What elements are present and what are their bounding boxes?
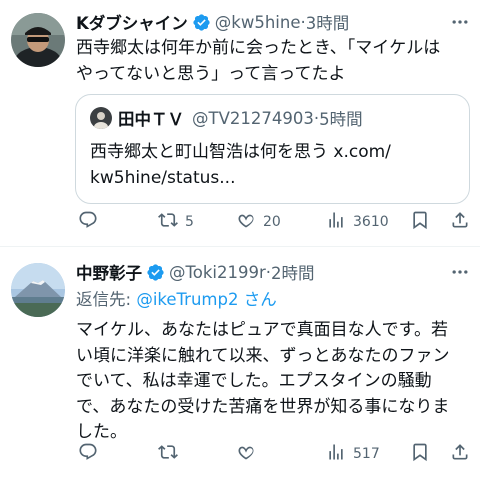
like-button[interactable] <box>236 440 263 468</box>
quote-header: 田中ＴＶ @TV21274903 · 5時間 <box>90 106 363 130</box>
avatar[interactable] <box>11 263 65 317</box>
bookmark-icon <box>410 442 430 466</box>
retweet-count: 5 <box>185 214 194 230</box>
reply-to-label: 返信先: <box>76 290 132 309</box>
display-name[interactable]: Kダブシャイン <box>76 10 188 34</box>
tweet-text-line: い頃に洋楽に触れて以来、ずっとあなたのファン <box>76 345 450 366</box>
views-icon <box>326 442 346 466</box>
quote-tweet[interactable]: 田中ＴＶ @TV21274903 · 5時間 西寺郷太と町山智浩は何を思う x.… <box>75 94 470 204</box>
handle[interactable]: @kw5hine <box>215 13 301 32</box>
views-button[interactable]: 3610 <box>326 208 389 236</box>
views-count: 517 <box>353 446 380 462</box>
retweet-icon <box>158 210 178 234</box>
reply-icon <box>78 210 98 234</box>
more-icon[interactable] <box>448 10 472 34</box>
handle[interactable]: @Toki2199r <box>169 263 266 282</box>
views-button[interactable]: 517 <box>326 440 380 468</box>
like-icon <box>236 442 256 466</box>
tweet-text: マイケル、あなたはピュアで真面目な人です。若 い頃に洋楽に触れて以来、ずっとあな… <box>76 318 472 446</box>
reply-context: 返信先: @ikeTrump2 さん <box>76 286 277 310</box>
reply-icon <box>78 442 98 466</box>
display-name[interactable]: 中野彰子 <box>76 260 142 284</box>
share-icon <box>450 442 470 466</box>
tweet[interactable]: 中野彰子 @Toki2199r · 2時間 返信先: @ikeTrump2 さん… <box>0 246 480 478</box>
bookmark-button[interactable] <box>410 440 430 468</box>
share-button[interactable] <box>450 208 470 236</box>
quote-display-name: 田中ＴＶ <box>118 110 184 129</box>
action-bar: 517 <box>70 440 475 468</box>
timestamp[interactable]: 2時間 <box>271 260 315 284</box>
tweet[interactable]: Kダブシャイン @kw5hine · 3時間 西寺郷太は何年か前に会ったとき、「… <box>0 0 480 246</box>
quote-text-line: 西寺郷太と町山智浩は何を思う x.com/ <box>90 142 391 162</box>
like-count: 20 <box>263 214 281 230</box>
verified-icon <box>192 13 211 32</box>
like-icon <box>236 210 256 234</box>
like-button[interactable]: 20 <box>236 208 281 236</box>
quote-timestamp: 5時間 <box>319 110 363 129</box>
retweet-button[interactable]: 5 <box>158 208 194 236</box>
retweet-icon <box>158 442 178 466</box>
reply-button[interactable] <box>78 208 105 236</box>
tweet-text-line: で、あなたの受けた苦痛を世界が知る事になりま <box>76 396 450 417</box>
quote-text-line: kw5hine/status... <box>90 168 236 188</box>
timestamp[interactable]: 3時間 <box>306 10 350 34</box>
bookmark-button[interactable] <box>410 208 430 236</box>
tweet-text-line: やってないと思う」って言ってたよ <box>76 64 346 84</box>
views-count: 3610 <box>353 214 389 230</box>
more-icon[interactable] <box>448 260 472 284</box>
reply-button[interactable] <box>78 440 105 468</box>
views-icon <box>326 210 346 234</box>
share-button[interactable] <box>450 440 470 468</box>
avatar[interactable] <box>11 13 65 67</box>
verified-icon <box>146 263 165 282</box>
tweet-header: Kダブシャイン @kw5hine · 3時間 <box>76 10 349 34</box>
tweet-text: 西寺郷太は何年か前に会ったとき、「マイケルは やってないと思う」って言ってたよ <box>76 35 472 87</box>
action-bar: 5 20 3610 <box>70 208 475 236</box>
share-icon <box>450 210 470 234</box>
quote-text: 西寺郷太と町山智浩は何を思う x.com/ kw5hine/status... <box>90 139 460 191</box>
quote-handle: @TV21274903 <box>192 108 314 128</box>
reply-to-suffix: さん <box>243 290 277 309</box>
bookmark-icon <box>410 210 430 234</box>
tweet-text-line: でいて、私は幸運でした。エプスタインの騒動 <box>76 371 432 391</box>
tweet-text-line: マイケル、あなたはピュアで真面目な人です。若 <box>76 320 448 340</box>
reply-to-mention[interactable]: @ikeTrump2 <box>136 290 238 309</box>
quote-avatar <box>90 107 112 129</box>
retweet-button[interactable] <box>158 440 185 468</box>
tweet-text-line: 西寺郷太は何年か前に会ったとき、「マイケルは <box>76 38 441 58</box>
tweet-header: 中野彰子 @Toki2199r · 2時間 <box>76 260 315 284</box>
